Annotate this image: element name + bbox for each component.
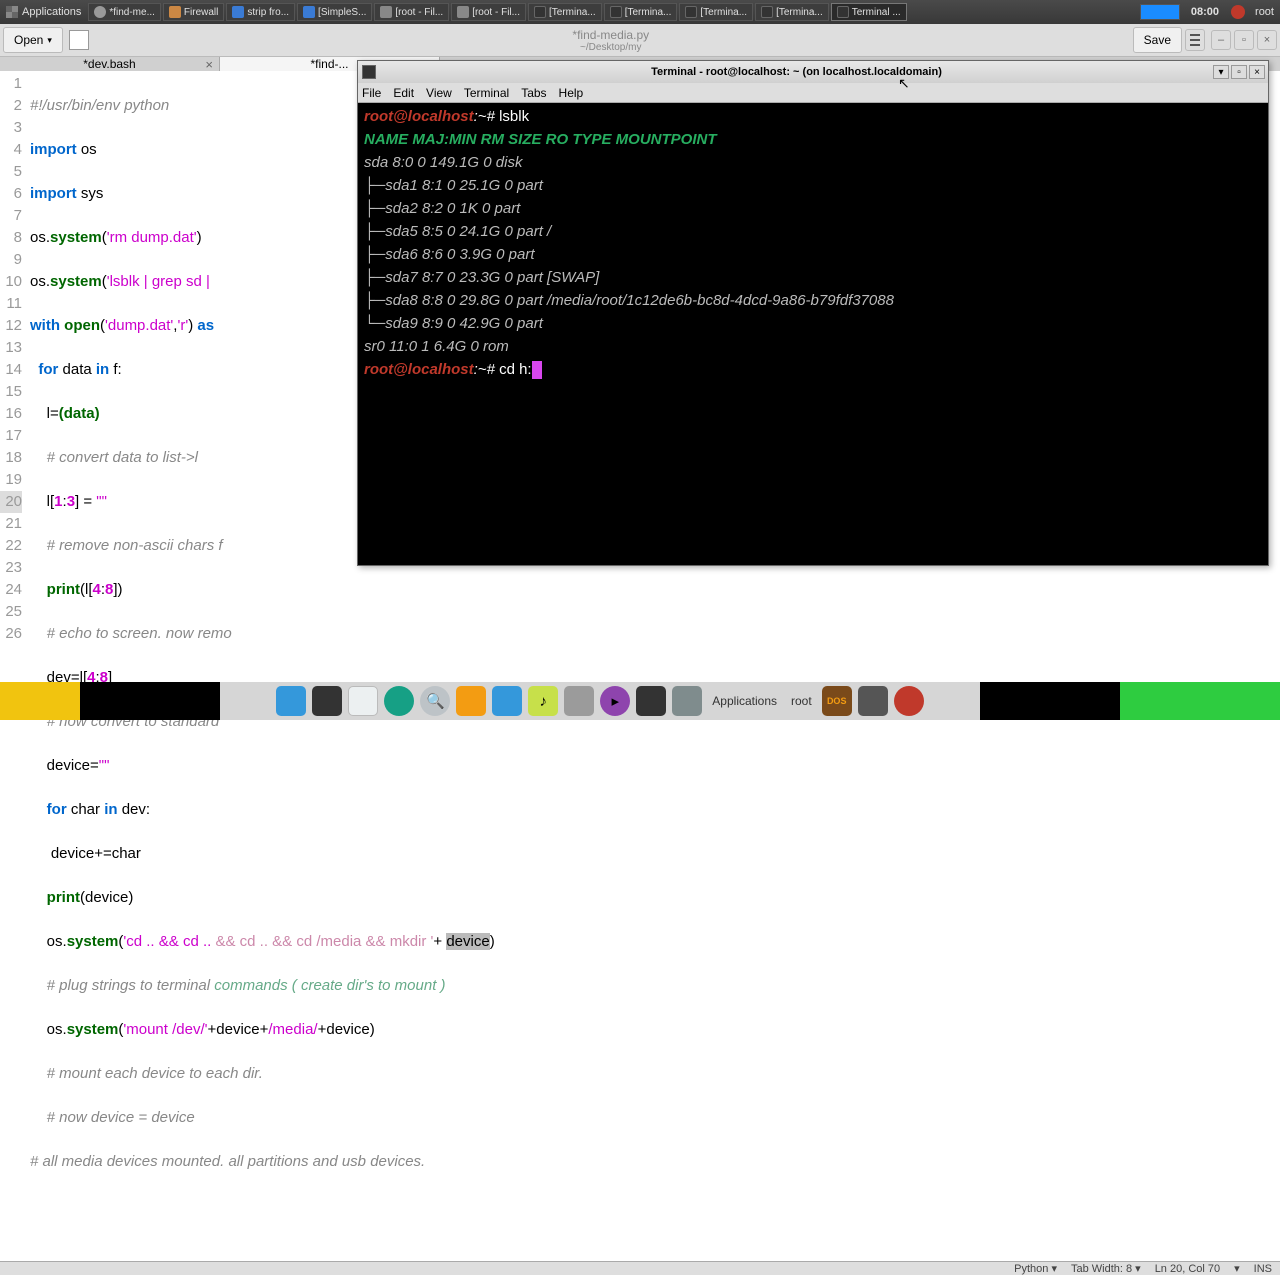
terminal-icon bbox=[761, 6, 773, 18]
task-term5[interactable]: Terminal ... bbox=[831, 3, 907, 21]
tab-dev-bash[interactable]: *dev.bash× bbox=[0, 57, 220, 71]
dock-segment-green[interactable] bbox=[1120, 682, 1280, 720]
window-title: *find-media.py ~/Desktop/my bbox=[89, 28, 1133, 53]
lsblk-row: ├─sda8 8:8 0 29.8G 0 part /media/root/1c… bbox=[364, 289, 1262, 312]
terminal-icon bbox=[534, 6, 546, 18]
lsblk-row: sda 8:0 0 149.1G 0 disk bbox=[364, 151, 1262, 174]
close-button[interactable]: × bbox=[1249, 65, 1265, 79]
disk-launcher[interactable] bbox=[858, 686, 888, 716]
dock-launcher: 🔍 ♪ ▸ Applications root DOS bbox=[220, 682, 980, 720]
gedit-headerbar: Open▾ *find-media.py ~/Desktop/my Save –… bbox=[0, 24, 1280, 57]
browser-launcher[interactable] bbox=[384, 686, 414, 716]
browser-icon bbox=[232, 6, 244, 18]
cursor-position: Ln 20, Col 70 bbox=[1155, 1263, 1220, 1275]
task-simples[interactable]: [SimpleS... bbox=[297, 3, 372, 21]
maximize-button[interactable]: ▫ bbox=[1234, 30, 1254, 50]
gedit-icon bbox=[94, 6, 106, 18]
lsblk-row: └─sda9 8:9 0 42.9G 0 part bbox=[364, 312, 1262, 335]
new-document-button[interactable] bbox=[69, 30, 89, 50]
task-root-fil1[interactable]: [root - Fil... bbox=[374, 3, 449, 21]
terminal-icon bbox=[837, 6, 849, 18]
menu-file[interactable]: File bbox=[362, 86, 381, 100]
lsblk-row: ├─sda1 8:1 0 25.1G 0 part bbox=[364, 174, 1262, 197]
browser-icon bbox=[303, 6, 315, 18]
window-controls: – ▫ × bbox=[1211, 30, 1277, 50]
clock[interactable]: 08:00 bbox=[1183, 6, 1227, 18]
terminal-title: Terminal - root@localhost: ~ (on localho… bbox=[380, 66, 1213, 78]
tools-launcher[interactable] bbox=[672, 686, 702, 716]
terminal-window: Terminal - root@localhost: ~ (on localho… bbox=[357, 60, 1269, 566]
task-term4[interactable]: [Termina... bbox=[755, 3, 829, 21]
task-firewall[interactable]: Firewall bbox=[163, 3, 224, 21]
open-button[interactable]: Open▾ bbox=[3, 27, 63, 53]
files-icon bbox=[380, 6, 392, 18]
task-term1[interactable]: [Termina... bbox=[528, 3, 602, 21]
music-launcher[interactable]: ♪ bbox=[528, 686, 558, 716]
folder-launcher[interactable] bbox=[456, 686, 486, 716]
menu-view[interactable]: View bbox=[426, 86, 452, 100]
terminal-icon bbox=[362, 65, 376, 79]
files-icon bbox=[457, 6, 469, 18]
minimize-button[interactable]: – bbox=[1211, 30, 1231, 50]
top-panel: Applications *find-me... Firewall strip … bbox=[0, 0, 1280, 24]
menu-tabs[interactable]: Tabs bbox=[521, 86, 546, 100]
dock-segment-black2[interactable] bbox=[980, 682, 1120, 720]
dock-apps-label[interactable]: Applications bbox=[708, 694, 781, 708]
lsblk-row: sr0 11:0 1 6.4G 0 rom bbox=[364, 335, 1262, 358]
hamburger-menu[interactable] bbox=[1185, 29, 1205, 51]
terminal-window-controls: ▾ ▫ × bbox=[1213, 65, 1265, 79]
notes-launcher[interactable] bbox=[564, 686, 594, 716]
dock-root-label[interactable]: root bbox=[787, 694, 816, 708]
language-selector[interactable]: Python ▾ bbox=[1014, 1262, 1057, 1275]
task-root-fil2[interactable]: [root - Fil... bbox=[451, 3, 526, 21]
applications-menu[interactable]: Applications bbox=[0, 6, 87, 18]
terminal-cursor bbox=[532, 361, 542, 379]
chevron-down-icon: ▾ bbox=[47, 35, 52, 46]
insert-mode: INS bbox=[1254, 1263, 1272, 1275]
task-find-me[interactable]: *find-me... bbox=[88, 3, 161, 21]
lsblk-row: ├─sda6 8:6 0 3.9G 0 part bbox=[364, 243, 1262, 266]
dosbox-launcher[interactable]: DOS bbox=[822, 686, 852, 716]
search-launcher[interactable]: 🔍 bbox=[420, 686, 450, 716]
task-strip[interactable]: strip fro... bbox=[226, 3, 295, 21]
menu-terminal[interactable]: Terminal bbox=[464, 86, 509, 100]
terminal-titlebar[interactable]: Terminal - root@localhost: ~ (on localho… bbox=[358, 61, 1268, 83]
menu-edit[interactable]: Edit bbox=[393, 86, 414, 100]
line-gutter: 123456789 10111213141516171819 202122232… bbox=[0, 71, 26, 1261]
terminal-icon bbox=[610, 6, 622, 18]
lsblk-header: NAME MAJ:MIN RM SIZE RO TYPE MOUNTPOINT bbox=[364, 128, 1262, 151]
terminal-launcher[interactable] bbox=[312, 686, 342, 716]
minimize-button[interactable]: ▾ bbox=[1213, 65, 1229, 79]
files-launcher[interactable] bbox=[276, 686, 306, 716]
chat-launcher[interactable] bbox=[492, 686, 522, 716]
power-icon[interactable] bbox=[1231, 5, 1245, 19]
menu-help[interactable]: Help bbox=[559, 86, 584, 100]
user-menu[interactable]: root bbox=[1249, 6, 1280, 18]
record-launcher[interactable] bbox=[894, 686, 924, 716]
lsblk-row: ├─sda5 8:5 0 24.1G 0 part / bbox=[364, 220, 1262, 243]
close-icon[interactable]: × bbox=[205, 57, 213, 72]
maximize-button[interactable]: ▫ bbox=[1231, 65, 1247, 79]
dock-segment-yellow[interactable] bbox=[0, 682, 80, 720]
task-term3[interactable]: [Termina... bbox=[679, 3, 753, 21]
status-bar: Python ▾ Tab Width: 8 ▾ Ln 20, Col 70 ▾ … bbox=[0, 1261, 1280, 1275]
task-term2[interactable]: [Termina... bbox=[604, 3, 678, 21]
taskbar: *find-me... Firewall strip fro... [Simpl… bbox=[87, 2, 1137, 22]
terminal-menubar: File Edit View Terminal Tabs Help bbox=[358, 83, 1268, 103]
gedit-launcher[interactable] bbox=[348, 686, 378, 716]
firewall-icon bbox=[169, 6, 181, 18]
tab-width-selector[interactable]: Tab Width: 8 ▾ bbox=[1071, 1262, 1141, 1275]
save-button[interactable]: Save bbox=[1133, 27, 1182, 53]
lsblk-row: ├─sda2 8:2 0 1K 0 part bbox=[364, 197, 1262, 220]
close-button[interactable]: × bbox=[1257, 30, 1277, 50]
bottom-dock: 🔍 ♪ ▸ Applications root DOS bbox=[0, 682, 1280, 720]
media-launcher[interactable]: ▸ bbox=[600, 686, 630, 716]
dock-segment-black[interactable] bbox=[80, 682, 220, 720]
display-launcher[interactable] bbox=[636, 686, 666, 716]
lsblk-row: ├─sda7 8:7 0 23.3G 0 part [SWAP] bbox=[364, 266, 1262, 289]
apps-grid-icon bbox=[6, 6, 18, 18]
terminal-body[interactable]: root@localhost:~# lsblk NAME MAJ:MIN RM … bbox=[358, 103, 1268, 565]
terminal-icon bbox=[685, 6, 697, 18]
workspace-switcher[interactable] bbox=[1140, 4, 1180, 20]
